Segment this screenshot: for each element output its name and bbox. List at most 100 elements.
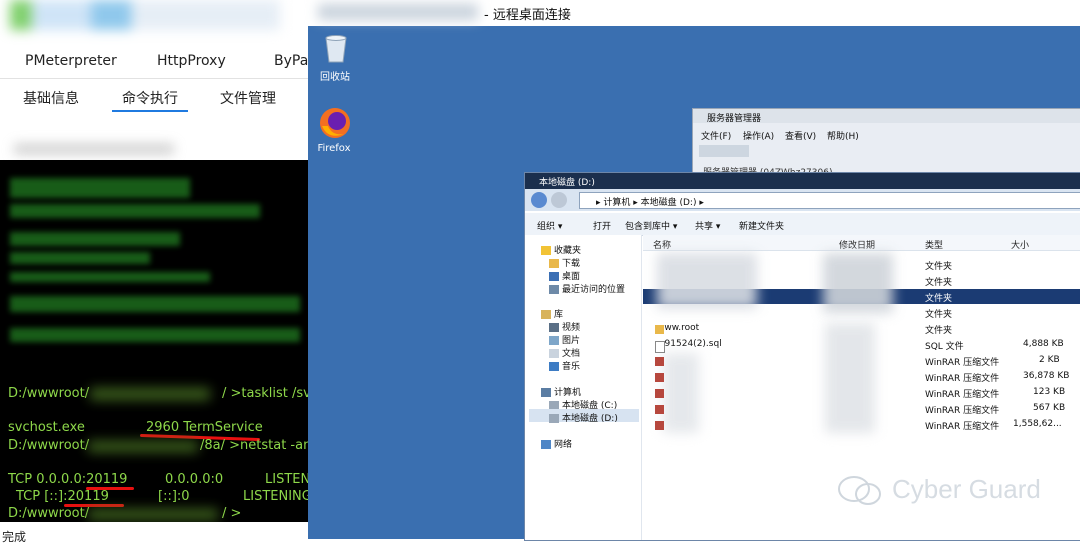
rdp-titlebar: - 远程桌面连接: [308, 0, 1080, 26]
file-type: 文件夹: [925, 326, 953, 336]
nav-network-label: 网络: [554, 440, 573, 450]
include-library-button[interactable]: 包含到库中 ▾: [625, 219, 677, 232]
nav-computer-label: 计算机: [554, 388, 582, 398]
file-size: 123 KB: [1033, 387, 1066, 397]
tab-file-manager[interactable]: 文件管理: [220, 88, 276, 108]
terminal-line-termservice: 2960 TermService: [146, 420, 263, 435]
file-type: 文件夹: [925, 294, 953, 304]
file-size: 4,888 KB: [1023, 339, 1064, 349]
terminal-line-prompt-1: D:/wwwroot/: [8, 386, 90, 401]
menu-file[interactable]: 文件(F): [701, 129, 731, 142]
nav-pictures[interactable]: 图片: [549, 333, 580, 346]
nav-videos[interactable]: 视频: [549, 320, 580, 333]
tab-command-exec[interactable]: 命令执行: [122, 88, 178, 108]
nav-pictures-label: 图片: [562, 336, 581, 346]
back-button[interactable]: [531, 192, 547, 208]
nav-network[interactable]: 网络: [541, 437, 572, 450]
terminal-line-state-1: LISTEN: [265, 472, 308, 487]
nav-recent-label: 最近访问的位置: [562, 285, 626, 295]
recycle-bin-icon[interactable]: [318, 32, 354, 64]
nav-buttons[interactable]: [699, 145, 749, 157]
blurred-header: [10, 0, 280, 30]
server-manager-titlebar: 服务器管理器: [693, 109, 1080, 124]
nav-recent[interactable]: 最近访问的位置: [549, 282, 625, 295]
organize-button[interactable]: 组织 ▾: [537, 219, 562, 232]
document-icon: [549, 349, 559, 358]
terminal-line-foreign-2: [::]:0: [158, 489, 190, 504]
drive-icon: [549, 414, 559, 423]
terminal-line-state-2: LISTENING: [243, 489, 308, 504]
nav-computer[interactable]: 计算机: [541, 385, 581, 398]
share-button[interactable]: 共享 ▾: [695, 219, 720, 232]
terminal-line-cmd-3: / >: [222, 506, 242, 521]
menu-help[interactable]: 帮助(H): [827, 129, 859, 142]
nav-desktop-label: 桌面: [562, 272, 581, 282]
tab-httpproxy[interactable]: HttpProxy: [157, 53, 226, 69]
winrar-icon: [655, 389, 664, 398]
file-type: WinRAR 压缩文件: [925, 406, 1000, 416]
firefox-label: Firefox: [317, 143, 351, 154]
nav-downloads[interactable]: 下载: [549, 256, 580, 269]
wechat-icon: [836, 474, 886, 508]
menu-view[interactable]: 查看(V): [785, 129, 816, 142]
nav-videos-label: 视频: [562, 323, 581, 333]
star-icon: [541, 246, 551, 255]
nav-documents[interactable]: 文档: [549, 346, 580, 359]
file-size: 36,878 KB: [1023, 371, 1070, 381]
network-icon: [541, 440, 551, 449]
file-type: 文件夹: [925, 310, 953, 320]
winrar-icon: [655, 405, 664, 414]
terminal-line-foreign-1: 0.0.0.0:0: [165, 472, 224, 487]
watermark-text: Cyber Guard: [892, 474, 1041, 504]
folder-icon: [549, 259, 559, 268]
menu-action[interactable]: 操作(A): [743, 129, 774, 142]
desktop-icon: [549, 272, 559, 281]
column-type[interactable]: 类型: [925, 238, 943, 251]
file-type: WinRAR 压缩文件: [925, 390, 1000, 400]
nav-downloads-label: 下载: [562, 259, 581, 269]
server-manager-title: 服务器管理器: [707, 114, 762, 124]
terminal-line-tcp-1: TCP 0.0.0.0:20119: [8, 472, 128, 487]
nav-documents-label: 文档: [562, 349, 581, 359]
terminal-line-process: svchost.exe: [8, 420, 85, 435]
address-bar-area: ▸ 计算机 ▸ 本地磁盘 (D:) ▸: [525, 189, 1080, 211]
blurred-host: [318, 4, 478, 20]
new-folder-button[interactable]: 新建文件夹: [739, 219, 784, 232]
terminal-line-cmd-2: /8a/ >netstat -an: [200, 438, 308, 453]
navigation-pane: 收藏夹 下载 桌面 最近访问的位置 库 视频 图片 文档 音乐 计算机 本地磁盘…: [525, 235, 642, 540]
picture-icon: [549, 336, 559, 345]
blurred-path-2: [88, 441, 198, 452]
nav-libraries[interactable]: 库: [541, 307, 563, 320]
address-bar[interactable]: ▸ 计算机 ▸ 本地磁盘 (D:) ▸: [579, 192, 1080, 209]
music-icon: [549, 362, 559, 371]
explorer-title: 本地磁盘 (D:): [539, 178, 595, 188]
terminal-output[interactable]: D:/wwwroot/ / >tasklist /svc svchost.exe…: [0, 160, 308, 522]
nav-favorites-label: 收藏夹: [554, 246, 582, 256]
column-size[interactable]: 大小: [1011, 238, 1029, 251]
forward-button[interactable]: [551, 192, 567, 208]
tab-pmeterpreter[interactable]: PMeterpreter: [25, 53, 117, 69]
nav-music[interactable]: 音乐: [549, 359, 580, 372]
file-size: 567 KB: [1033, 403, 1066, 413]
terminal-line-cmd-1: / >tasklist /svc: [222, 386, 308, 401]
nav-desktop[interactable]: 桌面: [549, 269, 580, 282]
firefox-icon[interactable]: [318, 106, 352, 140]
explorer-toolbar: 组织 ▾ 打开 包含到库中 ▾ 共享 ▾ 新建文件夹: [525, 213, 1080, 236]
winrar-icon: [655, 357, 664, 366]
breadcrumb: ▸ 计算机 ▸ 本地磁盘 (D:) ▸: [596, 198, 704, 208]
open-button[interactable]: 打开: [593, 219, 611, 232]
file-name: s 91524(2).sql: [657, 339, 722, 349]
divider: [0, 78, 308, 79]
file-type: 文件夹: [925, 262, 953, 272]
column-header-row: 名称 修改日期 类型 大小: [643, 235, 1080, 251]
nav-drive-d[interactable]: 本地磁盘 (D:): [549, 411, 618, 424]
file-size: 1,558,62...: [1013, 419, 1062, 429]
tab-basic-info[interactable]: 基础信息: [23, 88, 79, 108]
file-type: 文件夹: [925, 278, 953, 288]
column-name[interactable]: 名称: [653, 238, 671, 251]
nav-music-label: 音乐: [562, 362, 581, 372]
column-date[interactable]: 修改日期: [839, 238, 875, 251]
nav-drive-d-label: 本地磁盘 (D:): [562, 414, 618, 424]
nav-favorites[interactable]: 收藏夹: [541, 243, 581, 256]
nav-libraries-label: 库: [554, 310, 564, 320]
